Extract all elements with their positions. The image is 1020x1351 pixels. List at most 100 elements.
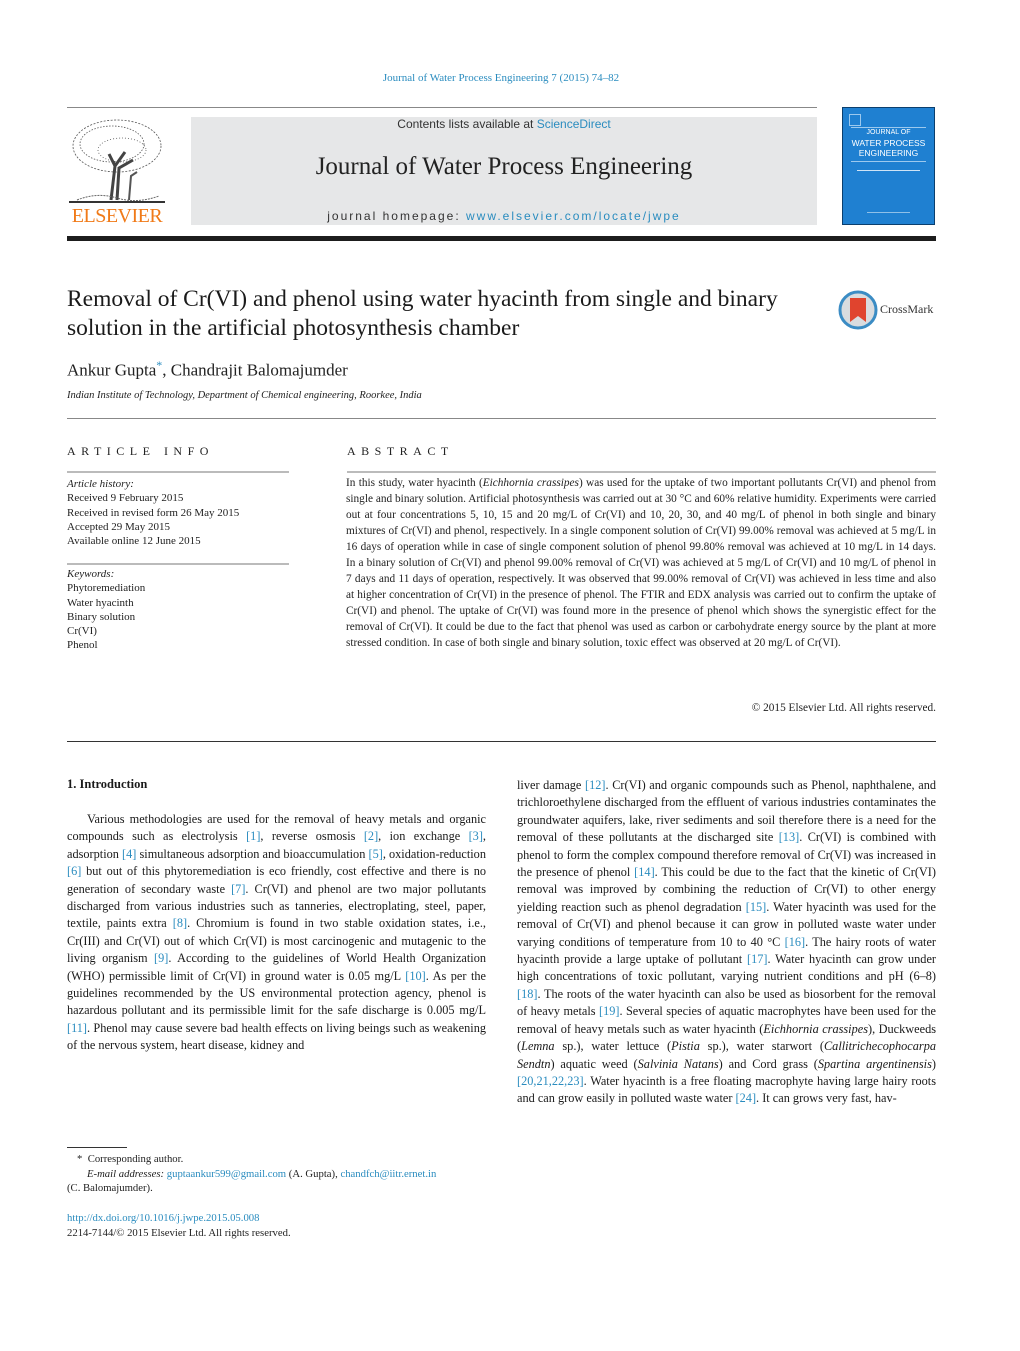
reference-link[interactable]: [14] xyxy=(634,865,655,879)
author-separator: , xyxy=(162,360,171,380)
body-text: , ion exchange xyxy=(378,829,469,844)
reference-link[interactable]: [2] xyxy=(364,829,378,843)
cover-logo-icon xyxy=(849,114,861,126)
email-label: E-mail addresses: xyxy=(87,1167,165,1180)
cover-title-line: ENGINEERING xyxy=(858,148,919,158)
species-name: Pistia xyxy=(671,1039,700,1054)
body-text: simultaneous adsorption and bioaccumulat… xyxy=(136,846,369,861)
abstract-text-part: In this study, water hyacinth ( xyxy=(346,477,483,489)
body-text: sp.), water starwort ( xyxy=(699,1039,824,1054)
sciencedirect-link[interactable]: ScienceDirect xyxy=(537,117,611,131)
reference-link[interactable]: [10] xyxy=(405,969,426,983)
divider xyxy=(857,170,920,171)
body-column-right: liver damage [12]. Cr(VI) and organic co… xyxy=(517,777,936,1108)
footnote-marker: * xyxy=(77,1153,83,1165)
crossmark-label: CrossMark xyxy=(880,302,934,316)
journal-title: Journal of Water Process Engineering xyxy=(315,153,693,180)
divider xyxy=(67,471,289,473)
reference-link[interactable]: [18] xyxy=(517,987,538,1001)
footnote-rule xyxy=(67,1147,127,1148)
corresponding-author-note: Corresponding author. xyxy=(87,1153,184,1165)
reference-link[interactable]: [4] xyxy=(122,847,136,861)
keyword: Phenol xyxy=(67,639,98,652)
contents-line: Contents lists available at ScienceDirec… xyxy=(191,117,817,131)
journal-masthead: Contents lists available at ScienceDirec… xyxy=(191,117,817,225)
body-text: liver damage xyxy=(517,778,586,792)
body-text: , oxidation-reduction xyxy=(382,846,486,861)
reference-link[interactable]: [20,21,22,23] xyxy=(517,1074,584,1088)
body-text: . It can grows very fast, hav- xyxy=(756,1091,897,1106)
issn-copyright: 2214-7144/© 2015 Elsevier Ltd. All right… xyxy=(67,1226,291,1239)
author-name[interactable]: Ankur Gupta xyxy=(67,361,156,380)
history-item: Accepted 29 May 2015 xyxy=(67,520,170,533)
reference-link[interactable]: [1] xyxy=(246,829,260,843)
divider xyxy=(67,107,817,108)
species-name: Lemna xyxy=(521,1039,555,1054)
cover-title-line: WATER PROCESS xyxy=(851,138,926,148)
body-text: ) xyxy=(931,1056,936,1071)
doi-block: http://dx.doi.org/10.1016/j.jwpe.2015.05… xyxy=(67,1211,291,1240)
species-name: Eichhornia crassipes xyxy=(763,1021,868,1036)
species-name: Eichhornia crassipes xyxy=(482,477,579,489)
reference-link[interactable]: [12] xyxy=(585,778,606,792)
reference-link[interactable]: [7] xyxy=(231,882,245,896)
keywords-label: Keywords: xyxy=(67,568,115,580)
body-text: , reverse osmosis xyxy=(260,829,364,844)
homepage-link[interactable]: www.elsevier.com/locate/jwpe xyxy=(466,209,681,223)
email-owner: (C. Balomajumder). xyxy=(67,1182,153,1194)
paragraph: liver damage [12]. Cr(VI) and organic co… xyxy=(517,777,936,1108)
divider xyxy=(67,418,936,419)
cover-title-line: JOURNAL OF xyxy=(866,129,911,136)
divider xyxy=(67,563,289,565)
author-name[interactable]: Chandrajit Balomajumder xyxy=(171,361,348,380)
journal-citation[interactable]: Journal of Water Process Engineering 7 (… xyxy=(0,72,1002,84)
email-link[interactable]: guptaankur599@gmail.com xyxy=(167,1168,286,1180)
crossmark-icon xyxy=(838,290,878,330)
keyword: Binary solution xyxy=(67,610,136,623)
reference-link[interactable]: [15] xyxy=(746,900,767,914)
journal-cover-thumbnail[interactable]: JOURNAL OF WATER PROCESS ENGINEERING xyxy=(842,107,935,225)
abstract-text: In this study, water hyacinth (Eichhorni… xyxy=(346,476,936,651)
reference-link[interactable]: [17] xyxy=(747,952,768,966)
reference-link[interactable]: [16] xyxy=(785,935,806,949)
paragraph: Various methodologies are used for the r… xyxy=(67,811,486,1055)
article-history: Article history: Received 9 February 201… xyxy=(67,477,239,548)
body-text: sp.), water lettuce ( xyxy=(554,1039,672,1054)
body-text: ) and Cord grass ( xyxy=(718,1056,818,1071)
divider xyxy=(851,161,926,162)
divider xyxy=(347,471,936,473)
email-owner: (A. Gupta), xyxy=(286,1167,341,1180)
tree-icon xyxy=(69,119,165,203)
reference-link[interactable]: [5] xyxy=(368,847,382,861)
species-name: Spartina argentinensis xyxy=(817,1056,932,1071)
elsevier-logo[interactable]: ELSEVIER xyxy=(67,116,167,228)
article-info-heading: ARTICLE INFO xyxy=(67,444,214,458)
doi-link[interactable]: http://dx.doi.org/10.1016/j.jwpe.2015.05… xyxy=(67,1211,291,1226)
reference-link[interactable]: [24] xyxy=(736,1091,757,1105)
history-item: Received 9 February 2015 xyxy=(67,492,184,505)
header-rule xyxy=(67,236,936,241)
keyword: Phytoremediation xyxy=(67,582,146,595)
reference-link[interactable]: [8] xyxy=(173,916,187,930)
email-link[interactable]: chandfch@iitr.ernet.in xyxy=(340,1168,436,1180)
reference-link[interactable]: [3] xyxy=(469,829,483,843)
reference-link[interactable]: [11] xyxy=(67,1021,87,1035)
keyword: Cr(VI) xyxy=(67,625,97,638)
article-title: Removal of Cr(VI) and phenol using water… xyxy=(67,286,778,341)
contents-prefix: Contents lists available at xyxy=(397,117,537,131)
footnote: * Corresponding author. E-mail addresses… xyxy=(67,1152,487,1196)
keyword: Water hyacinth xyxy=(67,596,134,609)
abstract-heading: ABSTRACT xyxy=(347,444,454,458)
homepage-line: journal homepage: www.elsevier.com/locat… xyxy=(191,209,817,223)
reference-link[interactable]: [13] xyxy=(779,830,800,844)
abstract-text-part: ) was used for the uptake of two importa… xyxy=(346,477,936,649)
reference-link[interactable]: [19] xyxy=(599,1004,620,1018)
cover-title: JOURNAL OF WATER PROCESS ENGINEERING xyxy=(843,128,934,158)
homepage-prefix: journal homepage: xyxy=(327,209,466,223)
reference-link[interactable]: [6] xyxy=(67,864,81,878)
author-list: Ankur Gupta*, Chandrajit Balomajumder xyxy=(67,358,348,381)
crossmark-badge[interactable]: CrossMark xyxy=(838,290,938,330)
reference-link[interactable]: [9] xyxy=(154,951,168,965)
body-text: . Phenol may cause severe bad health eff… xyxy=(67,1020,486,1053)
history-label: Article history: xyxy=(67,478,134,490)
